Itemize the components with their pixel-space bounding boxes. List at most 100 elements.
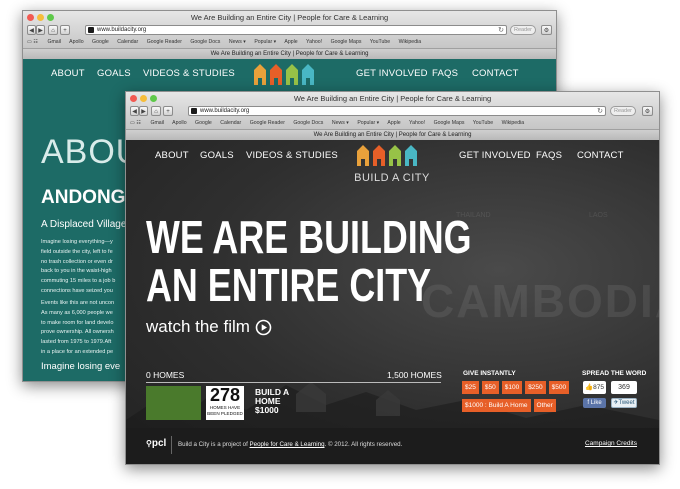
back-window-title: We Are Building an Entire City | People … [190,13,389,22]
pledged-count: 278 [209,385,241,405]
bookmark-item[interactable]: Apollo [69,39,83,45]
like-count-box: 👍875 [583,381,606,394]
back-arrow-icon[interactable]: ◀ [130,106,139,116]
nav-about[interactable]: ABOUT [155,150,189,161]
footer-org-link[interactable]: People for Care & Learning [250,441,325,448]
bookmark-item[interactable]: Wikipedia [502,120,525,126]
bookmark-item[interactable]: Google Docs [190,39,220,45]
give-other-button[interactable]: Other [533,399,556,412]
bookmark-item[interactable]: Google [92,39,109,45]
front-reader-button[interactable]: Reader [610,106,636,116]
give-500-button[interactable]: $500 [548,381,570,394]
bookmark-item[interactable]: Google Reader [147,39,182,45]
logo-figures [254,64,314,85]
minimize-button[interactable] [140,95,147,102]
like-button[interactable]: f Like [583,398,606,408]
paragraph-line: to make room for land develo [41,319,114,326]
bookmark-item[interactable]: Gmail [47,39,61,45]
play-circle-icon [255,319,272,335]
nav-videos[interactable]: VIDEOS & STUDIES [143,68,235,79]
nav-goals[interactable]: GOALS [97,68,131,79]
reader-label: Reader [513,27,533,33]
nav-contact[interactable]: CONTACT [577,150,624,161]
bookmark-item[interactable]: Google Docs [293,120,323,126]
nav-faqs[interactable]: FAQS [536,150,562,161]
minimize-button[interactable] [37,14,44,21]
watch-film-label: watch the film [146,317,250,336]
bookmark-item[interactable]: YouTube [370,39,390,45]
front-url-bar[interactable]: www.buildacity.org ↻ [188,106,606,116]
back-arrow-icon[interactable]: ◀ [27,25,36,35]
bookmark-item[interactable]: Google Maps [331,39,362,45]
back-paragraph-2: Events like this are not uncon As many a… [41,299,114,358]
bookmark-item[interactable]: Apple [284,39,297,45]
nav-about[interactable]: ABOUT [51,68,85,79]
bookmark-item[interactable]: Calendar [220,120,241,126]
bookmark-book-icon[interactable]: ▭ ☷ [130,120,141,126]
build-home-cta[interactable]: BUILD A HOME $1000 [255,388,289,415]
tweet-button[interactable]: ✈Tweet [611,398,637,408]
progress-track [146,382,441,383]
bookmark-item[interactable]: Google Maps [434,120,465,126]
close-button[interactable] [130,95,137,102]
share-icon[interactable]: + [60,25,70,35]
campaign-credits-link[interactable]: Campaign Credits [585,440,637,447]
reload-icon[interactable]: ↻ [498,26,504,34]
build-a-city-logo-icon[interactable] [251,61,327,91]
zoom-button[interactable] [47,14,54,21]
site-favicon-icon [191,108,197,114]
reader-list-icon[interactable]: ⌂ [151,106,161,116]
bookmark-item[interactable]: Gmail [150,120,164,126]
bookmark-item[interactable]: Google Reader [250,120,285,126]
bookmark-item[interactable]: Calendar [117,39,138,45]
forward-arrow-icon[interactable]: ▶ [36,25,45,35]
bookmark-item[interactable]: News ▾ [332,120,349,126]
close-button[interactable] [27,14,34,21]
bookmark-item[interactable]: News ▾ [229,39,246,45]
bookmark-item[interactable]: Popular ▾ [254,39,276,45]
give-50-button[interactable]: $50 [481,381,499,394]
reload-icon[interactable]: ↻ [597,107,603,115]
bookmark-book-icon[interactable]: ▭ ☷ [27,39,38,45]
like-thumb-icon: 👍 [585,384,594,391]
nav-contact[interactable]: CONTACT [472,68,519,79]
bookmark-item[interactable]: Apple [387,120,400,126]
tweet-label: Tweet [618,400,635,406]
progress-start-label: 0 HOMES [146,370,185,380]
zoom-button[interactable] [150,95,157,102]
give-250-button[interactable]: $250 [525,381,546,394]
give-100-button[interactable]: $100 [501,381,523,394]
share-icon[interactable]: + [163,106,173,116]
bookmark-item[interactable]: Google [195,120,212,126]
give-build-home-button[interactable]: $1000 : Build A Home [462,399,531,412]
settings-gear-icon[interactable]: ⚙ [541,25,552,35]
back-reader-button[interactable]: Reader [510,25,536,35]
reader-list-icon[interactable]: ⌂ [48,25,58,35]
tweet-count: 369 [618,384,630,391]
watch-film-link[interactable]: watch the film [146,317,272,337]
front-tab[interactable]: We Are Building an Entire City | People … [126,129,659,140]
give-amounts: $25 $50 $100 $250 $500 [462,381,570,394]
nav-videos[interactable]: VIDEOS & STUDIES [246,150,338,161]
settings-gear-icon[interactable]: ⚙ [642,106,653,116]
bookmark-item[interactable]: Yahoo! [409,120,425,126]
nav-goals[interactable]: GOALS [200,150,234,161]
nav-get-involved[interactable]: GET INVOLVED [459,150,531,161]
nav-get-involved[interactable]: GET INVOLVED [356,68,428,79]
give-25-button[interactable]: $25 [462,381,479,394]
pcl-logo-icon[interactable]: ⚲pcl [146,438,166,449]
forward-arrow-icon[interactable]: ▶ [139,106,148,116]
progress-bar-fill [146,386,201,420]
bookmark-item[interactable]: Popular ▾ [357,120,379,126]
bookmark-item[interactable]: Yahoo! [306,39,322,45]
back-tab[interactable]: We Are Building an Entire City | People … [23,48,556,59]
bookmark-item[interactable]: Wikipedia [399,39,422,45]
back-toolbar: ◀ ▶ ⌂ + www.buildacity.org ↻ Reader ⚙ [23,24,556,37]
back-url-bar[interactable]: www.buildacity.org ↻ [85,25,507,35]
build-a-city-logo-icon[interactable] [354,142,430,172]
bookmark-item[interactable]: YouTube [473,120,493,126]
bookmark-item[interactable]: Apollo [172,120,186,126]
nav-faqs[interactable]: FAQS [432,68,458,79]
footer-divider [171,436,172,454]
paragraph-line: in a place for an extended pe [41,348,114,355]
